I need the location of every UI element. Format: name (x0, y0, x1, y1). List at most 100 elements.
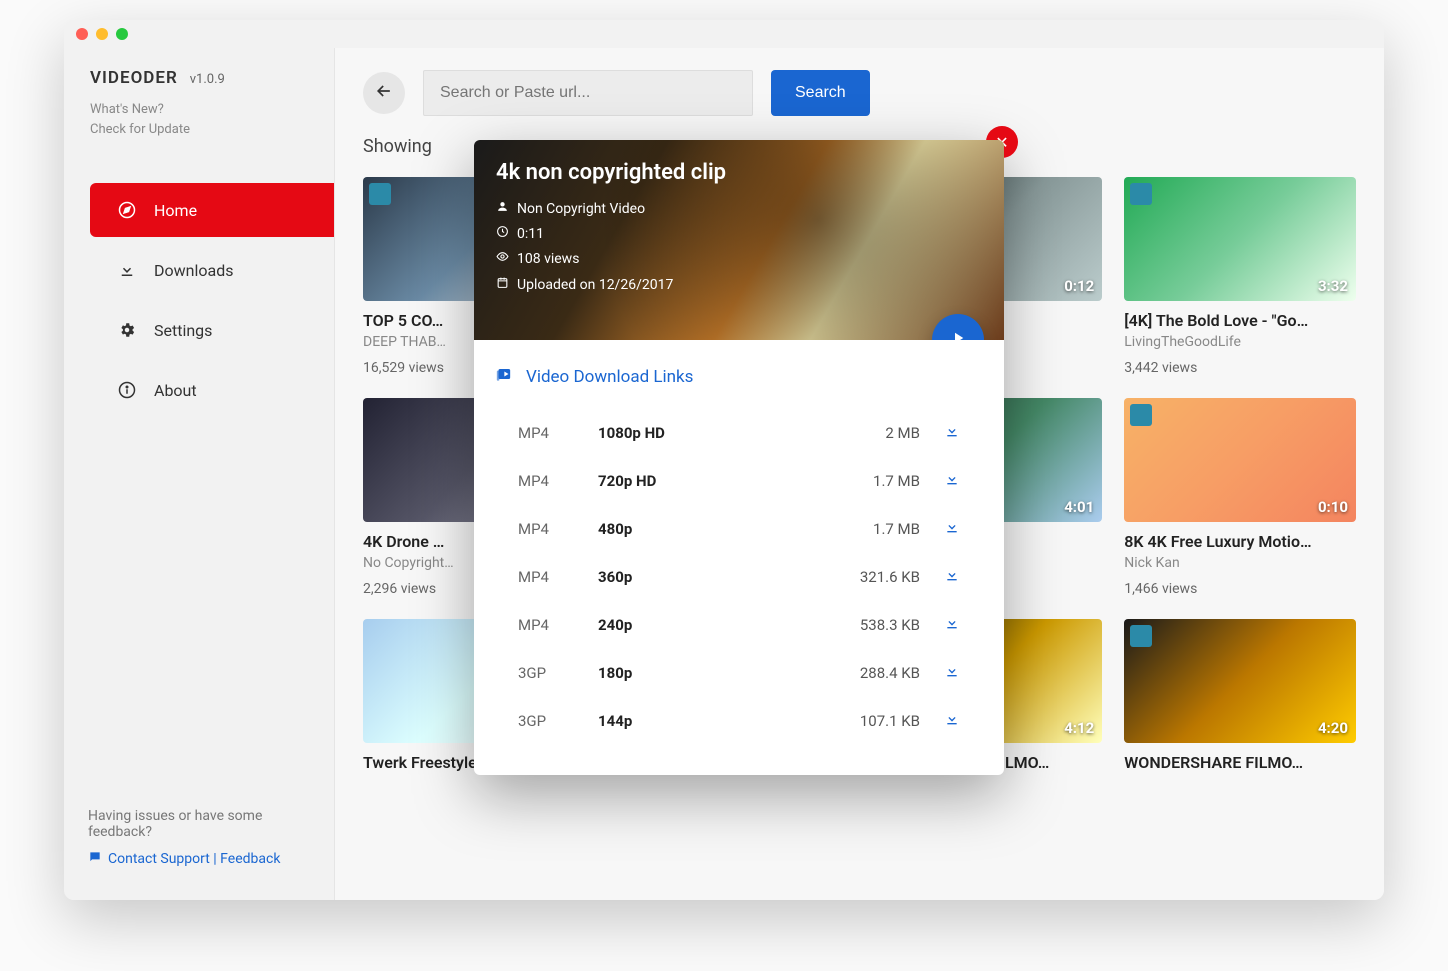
download-quality: 720p HD (598, 472, 810, 490)
brand-sublinks: What's New? Check for Update (64, 94, 334, 163)
video-channel: Nick Kan (1124, 555, 1356, 571)
video-duration: 4:12 (1064, 719, 1094, 737)
download-size: 107.1 KB (810, 712, 920, 730)
download-quality: 240p (598, 616, 810, 634)
download-button[interactable] (920, 663, 960, 683)
video-icon (496, 364, 516, 389)
sidebar-nav: Home Downloads Settings (64, 183, 334, 423)
download-icon (944, 711, 960, 727)
download-quality: 144p (598, 712, 810, 730)
calendar-icon (496, 273, 509, 298)
download-quality: 360p (598, 568, 810, 586)
search-button[interactable]: Search (771, 70, 870, 116)
video-duration: 0:10 (1318, 498, 1348, 516)
download-row: MP4 480p 1.7 MB (496, 505, 982, 553)
play-button[interactable] (932, 314, 984, 340)
download-button[interactable] (920, 711, 960, 731)
check-update-link[interactable]: Check for Update (90, 120, 308, 140)
modal-views: 108 views (517, 247, 579, 272)
video-card[interactable]: 4:20 WONDERSHARE FILMO… (1124, 619, 1356, 772)
play-icon (949, 329, 967, 340)
info-icon (116, 379, 138, 401)
download-format: MP4 (518, 568, 598, 586)
eye-icon (496, 247, 509, 272)
download-format: 3GP (518, 712, 598, 730)
chat-icon (88, 850, 102, 868)
back-button[interactable] (363, 72, 405, 114)
download-row: MP4 360p 321.6 KB (496, 553, 982, 601)
download-size: 1.7 MB (810, 472, 920, 490)
video-card[interactable]: 3:32 [4K] The Bold Love - "Go… LivingThe… (1124, 177, 1356, 376)
source-badge-icon (369, 183, 391, 205)
modal-body: Video Download Links MP4 1080p HD 2 MB M… (474, 340, 1004, 775)
compass-icon (116, 199, 138, 221)
download-size: 321.6 KB (810, 568, 920, 586)
sidebar: VIDEODER v1.0.9 What's New? Check for Up… (64, 48, 334, 900)
download-section-title: Video Download Links (526, 367, 693, 387)
download-icon (944, 423, 960, 439)
download-button[interactable] (920, 423, 960, 443)
video-views: 1,466 views (1124, 581, 1356, 597)
footer-text: Having issues or have some feedback? (88, 808, 310, 840)
download-row: MP4 720p HD 1.7 MB (496, 457, 982, 505)
download-icon (944, 663, 960, 679)
sidebar-item-home[interactable]: Home (90, 183, 334, 237)
download-button[interactable] (920, 567, 960, 587)
video-title: WONDERSHARE FILMO… (1124, 753, 1356, 772)
video-duration: 4:01 (1064, 498, 1094, 516)
download-button[interactable] (920, 615, 960, 635)
minimize-window-icon[interactable] (96, 28, 108, 40)
video-views: 3,442 views (1124, 360, 1356, 376)
modal-channel: Non Copyright Video (517, 197, 645, 222)
download-format: MP4 (518, 520, 598, 538)
modal-duration-row: 0:11 (496, 222, 982, 247)
modal-channel-row: Non Copyright Video (496, 197, 982, 222)
search-input[interactable] (423, 70, 753, 116)
download-row: MP4 240p 538.3 KB (496, 601, 982, 649)
whats-new-link[interactable]: What's New? (90, 100, 308, 120)
video-thumbnail: 0:10 (1124, 398, 1356, 522)
download-row: MP4 1080p HD 2 MB (496, 409, 982, 457)
modal-views-row: 108 views (496, 247, 982, 272)
download-format: MP4 (518, 472, 598, 490)
source-badge-icon (1130, 625, 1152, 647)
arrow-left-icon (374, 81, 394, 105)
sidebar-item-label: Settings (154, 321, 212, 340)
download-size: 288.4 KB (810, 664, 920, 682)
video-duration: 0:12 (1064, 277, 1094, 295)
contact-support-link[interactable]: Contact Support | Feedback (88, 850, 310, 868)
download-icon (944, 567, 960, 583)
source-badge-icon (1130, 183, 1152, 205)
modal-uploaded-row: Uploaded on 12/26/2017 (496, 273, 982, 298)
download-row: 3GP 180p 288.4 KB (496, 649, 982, 697)
download-row: 3GP 144p 107.1 KB (496, 697, 982, 745)
download-rows: MP4 1080p HD 2 MB MP4 720p HD 1.7 MB MP4… (496, 409, 982, 745)
download-icon (944, 615, 960, 631)
download-size: 2 MB (810, 424, 920, 442)
download-format: MP4 (518, 616, 598, 634)
app-window: VIDEODER v1.0.9 What's New? Check for Up… (64, 20, 1384, 900)
video-title: [4K] The Bold Love - "Go… (1124, 311, 1356, 330)
sidebar-item-settings[interactable]: Settings (90, 303, 334, 357)
brand: VIDEODER v1.0.9 (64, 68, 334, 94)
modal-duration: 0:11 (517, 222, 544, 247)
download-icon (944, 519, 960, 535)
sidebar-item-label: Home (154, 201, 197, 220)
download-button[interactable] (920, 519, 960, 539)
sidebar-item-label: Downloads (154, 261, 233, 280)
close-window-icon[interactable] (76, 28, 88, 40)
titlebar (64, 20, 1384, 48)
video-thumbnail: 3:32 (1124, 177, 1356, 301)
topbar: Search (335, 48, 1384, 136)
sidebar-footer: Having issues or have some feedback? Con… (64, 792, 334, 884)
video-card[interactable]: 0:10 8K 4K Free Luxury Motio… Nick Kan 1… (1124, 398, 1356, 597)
download-links-header: Video Download Links (496, 364, 982, 389)
app-name: VIDEODER (90, 68, 178, 88)
source-badge-icon (1130, 404, 1152, 426)
download-button[interactable] (920, 471, 960, 491)
video-title: 8K 4K Free Luxury Motio… (1124, 532, 1356, 551)
sidebar-item-downloads[interactable]: Downloads (90, 243, 334, 297)
gear-icon (116, 319, 138, 341)
sidebar-item-about[interactable]: About (90, 363, 334, 417)
maximize-window-icon[interactable] (116, 28, 128, 40)
